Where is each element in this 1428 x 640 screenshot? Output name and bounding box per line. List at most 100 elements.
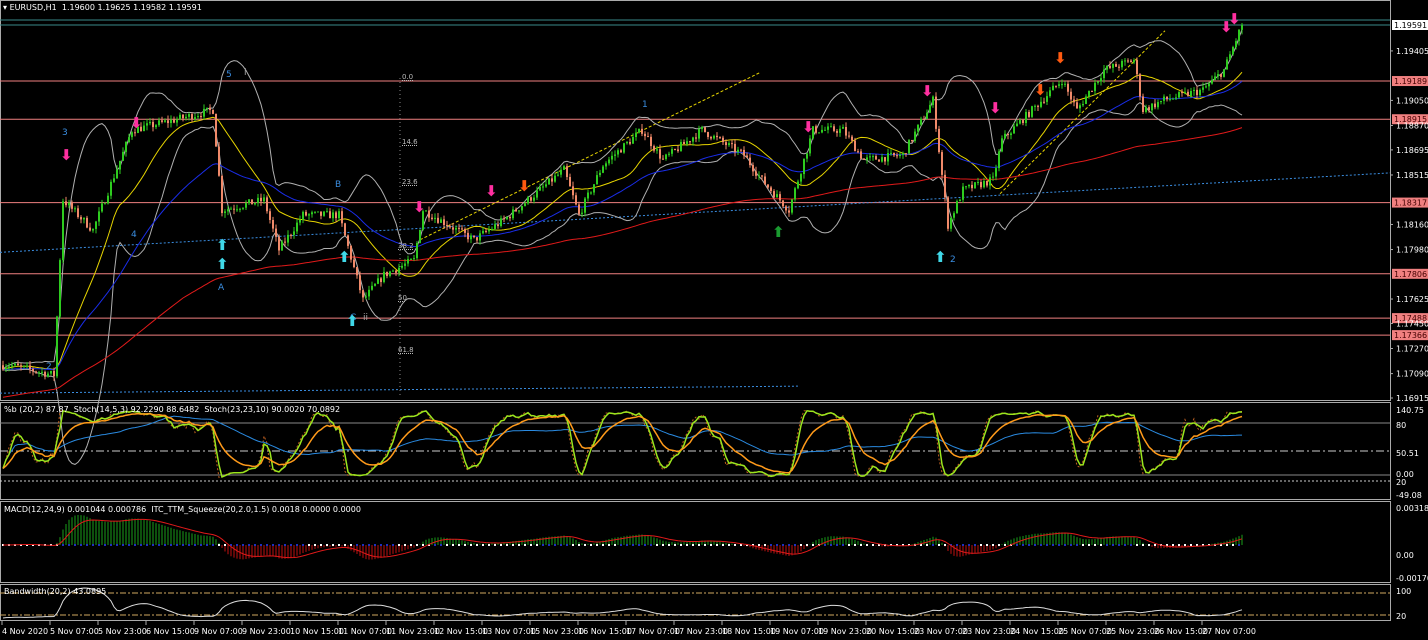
- candle-body: [1163, 96, 1165, 101]
- candle-body: [134, 132, 136, 134]
- chart-title[interactable]: ▾ EURUSD,H1 1.19600 1.19625 1.19582 1.19…: [3, 3, 202, 12]
- candle-body: [491, 228, 493, 230]
- candle-body: [326, 211, 328, 213]
- candle-body: [320, 211, 322, 216]
- candle-body: [263, 197, 265, 202]
- candle-body: [1187, 91, 1189, 96]
- candle-body: [1067, 83, 1069, 92]
- squeeze-dot: [740, 544, 742, 546]
- candle-body: [785, 206, 787, 211]
- macd-label: MACD(12,24,9) 0.001044 0.000786 ITC_TTM_…: [4, 505, 361, 514]
- candle-body: [776, 194, 778, 198]
- squeeze-dot: [278, 544, 280, 546]
- candle-body: [1010, 133, 1012, 136]
- candle-body: [944, 174, 946, 198]
- candle-body: [323, 211, 325, 216]
- squeeze-dot: [770, 544, 772, 546]
- squeeze-dot: [674, 544, 676, 546]
- squeeze-dot: [1184, 544, 1186, 546]
- candle-body: [113, 178, 115, 182]
- candle-body: [737, 149, 739, 152]
- candle-body: [1091, 90, 1093, 92]
- candle-body: [161, 120, 163, 122]
- chart-canvas[interactable]: 1.191891.189151.183171.178061.174881.173…: [0, 0, 1428, 640]
- candle-body: [1082, 103, 1084, 106]
- sell-arrow-icon: ⬇: [413, 198, 426, 216]
- candle-body: [827, 126, 829, 130]
- candle-body: [668, 153, 670, 155]
- candle-body: [1199, 89, 1201, 96]
- candle-body: [1151, 103, 1153, 111]
- squeeze-dot: [302, 544, 304, 546]
- candle-body: [1106, 66, 1108, 70]
- squeeze-dot: [152, 544, 154, 546]
- squeeze-dot: [734, 544, 736, 546]
- squeeze-dot: [194, 544, 196, 546]
- squeeze-dot: [260, 544, 262, 546]
- candle-body: [584, 198, 586, 213]
- squeeze-dot: [506, 544, 508, 546]
- candle-body: [44, 371, 46, 377]
- candle-body: [1019, 120, 1021, 124]
- candle-body: [317, 211, 319, 213]
- squeeze-dot: [176, 544, 178, 546]
- squeeze-dot: [1172, 544, 1174, 546]
- candle-body: [638, 128, 640, 133]
- candle-body: [1037, 105, 1039, 107]
- wave-label: 1: [642, 100, 648, 110]
- candle-body: [704, 127, 706, 133]
- candle-body: [470, 235, 472, 240]
- candle-body: [974, 182, 976, 189]
- candle-body: [899, 154, 901, 157]
- squeeze-dot: [374, 544, 376, 546]
- candle-body: [170, 119, 172, 124]
- candle-body: [377, 278, 379, 284]
- candle-body: [884, 157, 886, 162]
- candle-body: [821, 129, 823, 133]
- candle-body: [119, 160, 121, 170]
- candle-body: [551, 178, 553, 182]
- squeeze-dot: [1142, 544, 1144, 546]
- candle-body: [1028, 111, 1030, 117]
- candle-body: [1196, 89, 1198, 96]
- candle-body: [557, 174, 559, 176]
- time-tick-label: 26 Nov 15:00: [1154, 627, 1208, 636]
- candle-body: [878, 159, 880, 162]
- candle-body: [656, 149, 658, 151]
- candle-body: [671, 149, 673, 154]
- squeeze-dot: [236, 544, 238, 546]
- candle-body: [257, 197, 259, 203]
- squeeze-dot: [644, 544, 646, 546]
- squeeze-dot: [500, 544, 502, 546]
- sell-arrow-icon: ⬇: [989, 99, 1002, 117]
- squeeze-dot: [272, 544, 274, 546]
- candle-body: [23, 365, 25, 367]
- candle-body: [872, 156, 874, 158]
- time-tick-label: 19 Nov 23:00: [818, 627, 872, 636]
- candle-body: [185, 116, 187, 119]
- squeeze-dot: [554, 544, 556, 546]
- candle-body: [926, 112, 928, 119]
- sell-arrow-icon: ⬇: [60, 146, 73, 164]
- candle-body: [689, 141, 691, 143]
- buy-arrow-icon: ⬆: [216, 255, 229, 273]
- fib-label: 50: [398, 294, 407, 302]
- squeeze-dot: [308, 544, 310, 546]
- candle-body: [158, 120, 160, 126]
- candle-body: [1184, 91, 1186, 93]
- squeeze-dot: [986, 544, 988, 546]
- squeeze-dot: [104, 544, 106, 546]
- squeeze-dot: [482, 544, 484, 546]
- candle-body: [38, 372, 40, 374]
- squeeze-dot: [1016, 544, 1018, 546]
- candle-body: [866, 157, 868, 160]
- candle-body: [1043, 101, 1045, 103]
- squeeze-dot: [1070, 544, 1072, 546]
- candle-body: [17, 363, 19, 366]
- candle-body: [56, 316, 58, 377]
- candle-body: [266, 197, 268, 212]
- candle-body: [272, 219, 274, 229]
- squeeze-dot: [806, 544, 808, 546]
- channel-line: [419, 72, 761, 241]
- price-tick-label: 1.18870: [1396, 121, 1428, 130]
